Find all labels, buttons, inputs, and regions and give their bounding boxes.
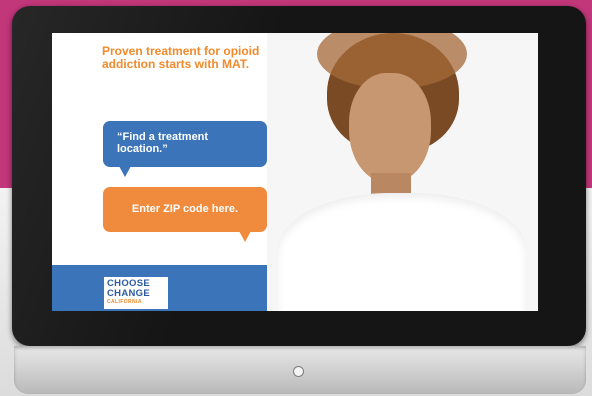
ad-headline: Proven treatment for opioid addiction st…: [102, 44, 260, 71]
choose-change-logo: CHOOSE CHANGE CALIFORNIA: [104, 277, 168, 309]
monitor-screen: Proven treatment for opioid addiction st…: [52, 33, 538, 311]
find-treatment-text: “Find a treatment location.”: [117, 131, 209, 155]
photo-shirt: [277, 193, 527, 311]
bubble-tail: [119, 166, 131, 177]
woman-photo: [267, 33, 538, 311]
bubble-tail: [239, 231, 251, 242]
logo-line-2: CHANGE: [107, 288, 150, 299]
find-treatment-bubble[interactable]: “Find a treatment location.”: [103, 121, 267, 177]
power-icon[interactable]: [293, 366, 304, 377]
zip-code-bubble[interactable]: Enter ZIP code here.: [103, 187, 267, 242]
logo-line-3: CALIFORNIA: [107, 299, 142, 305]
zip-code-text: Enter ZIP code here.: [131, 203, 239, 215]
photo-face: [349, 73, 431, 183]
